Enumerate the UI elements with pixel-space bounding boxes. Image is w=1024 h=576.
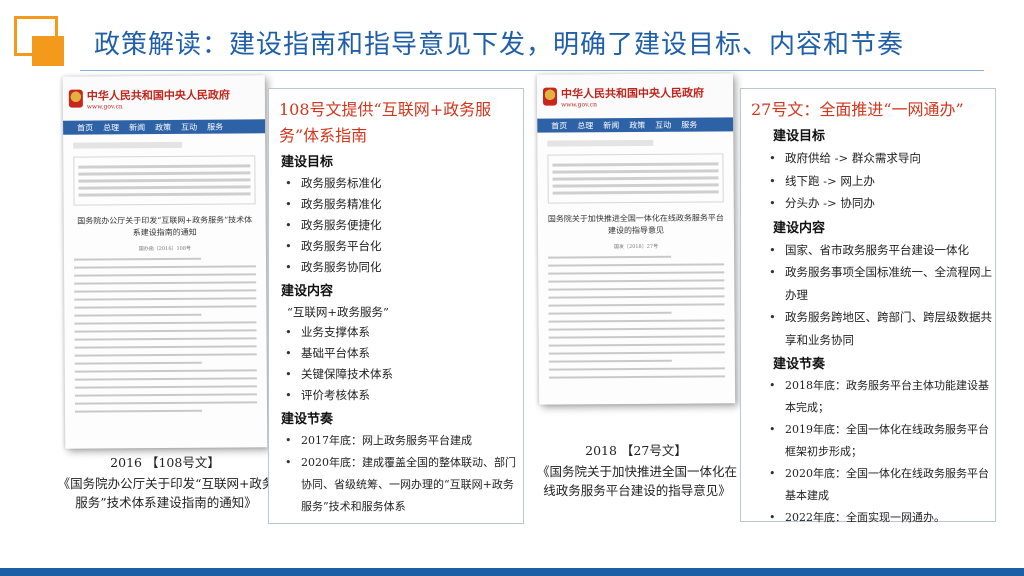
doc-breadcrumb bbox=[547, 139, 653, 147]
doc-nav-item: 政策 bbox=[629, 120, 646, 130]
section-title-rhythm: 建设节奏 bbox=[281, 412, 334, 427]
list-item: 2020年底：建成覆盖全国的整体联动、部门协同、省级统筹、一网办理的“互联网+政… bbox=[281, 452, 523, 518]
list-item: 政务服务标准化 bbox=[281, 173, 523, 194]
national-emblem-icon bbox=[68, 89, 83, 108]
panel-108: 108号文提供“互联网+政务服务”体系指南 建设目标 政务服务标准化 政务服务精… bbox=[268, 88, 524, 524]
doc-nav-item: 互动 bbox=[181, 122, 198, 132]
list-item: 政务服务平台化 bbox=[281, 236, 523, 257]
list-item: 基础平台体系 bbox=[281, 343, 523, 364]
doc-text-lines bbox=[548, 255, 725, 379]
doc-body: 国务院办公厅关于印发“互联网+政务服务”技术体系建设指南的通知 国办函〔2016… bbox=[63, 133, 267, 424]
doc-brand-url: www.gov.cn bbox=[561, 100, 597, 109]
doc-nav-item: 总理 bbox=[577, 120, 594, 130]
doc-brand: 中华人民共和国中央人民政府 bbox=[86, 88, 230, 103]
list-item: 2017年底：网上政务服务平台建成 bbox=[281, 430, 523, 452]
doc-nav-item: 新闻 bbox=[129, 122, 146, 132]
list-item: 政务服务跨地区、跨部门、跨层级数据共享和业务协同 bbox=[765, 306, 995, 351]
doc-nav-item: 服务 bbox=[681, 120, 698, 130]
doc-nav-item: 总理 bbox=[103, 122, 120, 132]
list-item: 2020年底：全国一体化在线政务服务平台基本建成 bbox=[765, 463, 995, 507]
doc-meta-table bbox=[547, 153, 724, 204]
doc2-caption-title: 《国务院关于加快推进全国一体化在线政务服务平台建设的指导意见》 bbox=[536, 464, 737, 498]
panel-27: 27号文：全面推进“一网通办” 建设目标 政府供给 -> 群众需求导向 线下跑 … bbox=[740, 88, 996, 529]
goals-list: 政府供给 -> 群众需求导向 线下跑 -> 网上办 分头办 -> 协同办 bbox=[741, 147, 995, 215]
doc-nav-item: 服务 bbox=[207, 122, 224, 132]
list-item: 关键保障技术体系 bbox=[281, 364, 523, 385]
doc-nav-item: 政策 bbox=[155, 122, 172, 132]
section-title-goals: 建设目标 bbox=[281, 155, 334, 170]
doc2-caption-year: 2018 【27号文】 bbox=[585, 443, 687, 458]
doc-header: 中华人民共和国中央人民政府 www.gov.cn bbox=[62, 75, 266, 121]
content-lead: “互联网+政务服务” bbox=[287, 305, 389, 319]
doc-nav-bar: 首页 总理 新闻 政策 互动 服务 bbox=[63, 119, 266, 135]
list-item: 2022年底：全面实现一网通办。 bbox=[765, 507, 995, 529]
list-item: 政务服务精准化 bbox=[281, 194, 523, 215]
rhythm-list: 2017年底：网上政务服务平台建成 2020年底：建成覆盖全国的整体联动、部门协… bbox=[269, 430, 523, 518]
section-title-rhythm: 建设节奏 bbox=[773, 357, 826, 372]
list-item: 2019年底：全国一体化在线政务服务平台框架初步形成； bbox=[765, 419, 995, 463]
goals-list: 政务服务标准化 政务服务精准化 政务服务便捷化 政务服务平台化 政务服务协同化 bbox=[269, 173, 523, 278]
content-list: 国家、省市政务服务平台建设一体化 政务服务事项全国标准统一、全流程网上办理 政务… bbox=[741, 239, 995, 352]
doc1-caption-year: 2016 【108号文】 bbox=[110, 455, 220, 470]
title-divider bbox=[80, 70, 984, 71]
doc-number: 国发〔2018〕27号 bbox=[613, 243, 659, 251]
list-item: 2018年底：政务服务平台主体功能建设基本完成； bbox=[765, 375, 995, 419]
doc-brand-url: www.gov.cn bbox=[86, 102, 123, 111]
section-title-content: 建设内容 bbox=[773, 220, 826, 236]
page-title: 政策解读：建设指南和指导意见下发，明确了建设目标、内容和节奏 bbox=[94, 30, 905, 60]
section-title-goals: 建设目标 bbox=[773, 129, 826, 144]
list-item: 分头办 -> 协同办 bbox=[765, 192, 995, 215]
doc-nav-item: 首页 bbox=[551, 120, 568, 131]
doc-heading: 国务院关于加快推进全国一体化在线政务服务平台建设的指导意见 bbox=[547, 213, 724, 236]
list-item: 政务服务协同化 bbox=[281, 257, 523, 278]
panel-heading: 27号文：全面推进“一网通办” bbox=[751, 100, 964, 119]
logo-filled-square bbox=[32, 36, 64, 66]
list-item: 政府供给 -> 群众需求导向 bbox=[765, 147, 995, 170]
doc1-caption-title: 《国务院办公厅关于印发“互联网+政务服务”技术体系建设指南的通知》 bbox=[57, 476, 275, 510]
footer-band bbox=[0, 568, 1024, 576]
doc-nav-item: 首页 bbox=[77, 122, 94, 133]
doc-heading: 国务院办公厅关于印发“互联网+政务服务”技术体系建设指南的通知 bbox=[77, 215, 253, 238]
doc-text-lines bbox=[73, 257, 257, 413]
doc-nav-item: 新闻 bbox=[603, 120, 620, 130]
list-item: 政务服务事项全国标准统一、全流程网上办理 bbox=[765, 261, 995, 306]
section-title-content: 建设内容 bbox=[281, 284, 334, 299]
doc-body: 国务院关于加快推进全国一体化在线政务服务平台建设的指导意见 国发〔2018〕27… bbox=[537, 131, 735, 390]
rhythm-list: 2018年底：政务服务平台主体功能建设基本完成； 2019年底：全国一体化在线政… bbox=[741, 375, 995, 529]
list-item: 政务服务便捷化 bbox=[281, 215, 523, 236]
doc-image-27: 中华人民共和国中央人民政府 www.gov.cn 首页 总理 新闻 政策 互动 … bbox=[536, 73, 736, 405]
list-item: 业务支撑体系 bbox=[281, 322, 523, 343]
list-item: 线下跑 -> 网上办 bbox=[765, 170, 995, 193]
list-item: 国家、省市政务服务平台建设一体化 bbox=[765, 239, 995, 262]
national-emblem-icon bbox=[542, 87, 558, 106]
doc-nav-item: 互动 bbox=[655, 120, 672, 130]
doc-meta-table bbox=[73, 155, 256, 206]
doc-nav-bar: 首页 总理 新闻 政策 互动 服务 bbox=[537, 117, 734, 133]
panel-heading: 108号文提供“互联网+政务服务”体系指南 bbox=[279, 100, 492, 145]
doc-header: 中华人民共和国中央人民政府 www.gov.cn bbox=[536, 73, 734, 119]
content-list: 业务支撑体系 基础平台体系 关键保障技术体系 评价考核体系 bbox=[269, 322, 523, 406]
doc-number: 国办函〔2016〕108号 bbox=[138, 245, 192, 253]
doc-brand: 中华人民共和国中央人民政府 bbox=[560, 86, 705, 101]
doc-breadcrumb bbox=[73, 141, 183, 149]
doc-image-108: 中华人民共和国中央人民政府 www.gov.cn 首页 总理 新闻 政策 互动 … bbox=[62, 75, 268, 449]
list-item: 评价考核体系 bbox=[281, 385, 523, 406]
